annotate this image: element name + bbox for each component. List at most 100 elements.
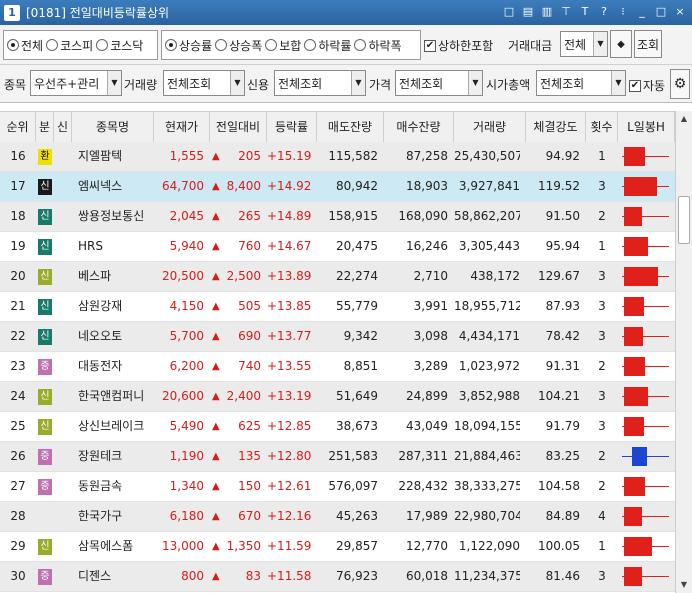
- price-cell: 1,340: [169, 479, 204, 493]
- sort-radio-0[interactable]: 상승률: [165, 37, 212, 54]
- bid-cell: 287,311: [398, 449, 448, 463]
- chevron-down-icon: ▼: [107, 71, 121, 95]
- column-header[interactable]: L일봉H: [618, 112, 675, 143]
- market-radio-2[interactable]: 코스닥: [96, 37, 143, 54]
- scroll-thumb[interactable]: [678, 196, 690, 244]
- rate-cell: +13.19: [267, 389, 311, 403]
- title-icon-2[interactable]: ▥: [539, 4, 555, 20]
- bid-cell: 16,246: [406, 239, 448, 253]
- title-icon-4[interactable]: T: [577, 4, 593, 20]
- sort-radio-3[interactable]: 하락률: [304, 37, 351, 54]
- ask-cell: 22,274: [336, 269, 378, 283]
- table-row[interactable]: 30 증 디젠스 800 ▲ 83 +11.58 76,923 60,018 11,234,375…: [0, 562, 675, 592]
- sort-radio-2[interactable]: 보합: [265, 37, 301, 54]
- title-icon-3[interactable]: ⊤: [558, 4, 574, 20]
- candle-body: [624, 327, 643, 346]
- title-icon-1[interactable]: ▤: [520, 4, 536, 20]
- column-header[interactable]: 전일대비: [210, 112, 267, 143]
- scroll-down-icon[interactable]: ▼: [676, 577, 692, 593]
- table-row[interactable]: 19 신 HRS 5,940 ▲ 760 +14.67 20,475 16,246 3,305,4…: [0, 232, 675, 262]
- market-radio-label: 코스닥: [110, 38, 144, 53]
- price-cell: 5,700: [169, 329, 204, 343]
- trade-value-select[interactable]: 전체 ▼: [560, 31, 608, 57]
- table-row[interactable]: 24 신 한국앤컴퍼니 20,600 ▲ 2,400 +13.19 51,649 24,899 3…: [0, 382, 675, 412]
- vertical-scrollbar[interactable]: ▲ ▼: [675, 111, 692, 593]
- table-row[interactable]: 27 증 동원금속 1,340 ▲ 150 +12.61 576,097 228,432 38,3…: [0, 472, 675, 502]
- column-header[interactable]: 횟수: [586, 112, 618, 143]
- table-row[interactable]: 21 신 삼원강재 4,150 ▲ 505 +13.85 55,779 3,991 18,955,…: [0, 292, 675, 322]
- volume-cell: 21,884,463: [454, 449, 520, 463]
- diff-value: 205: [238, 149, 261, 163]
- query-button[interactable]: 조회: [634, 30, 662, 58]
- diff-value: 690: [238, 329, 261, 343]
- title-icon-7[interactable]: _: [634, 4, 650, 20]
- column-header[interactable]: 체결강도: [526, 112, 586, 143]
- table-row[interactable]: 22 신 네오오토 5,700 ▲ 690 +13.77 9,342 3,098 4,434,17…: [0, 322, 675, 352]
- title-icon-8[interactable]: □: [653, 4, 669, 20]
- sort-radio-1[interactable]: 상승폭: [215, 37, 262, 54]
- stock-name-cell: 삼원강재: [78, 299, 123, 313]
- column-header[interactable]: 현재가: [154, 112, 210, 143]
- credit-select[interactable]: 전체조회 ▼: [274, 70, 366, 96]
- title-icons: □ ▤ ▥ ⊤ T? ⁝ _ □ ×: [501, 4, 688, 20]
- column-header[interactable]: 매도잔량: [317, 112, 384, 143]
- column-header[interactable]: 매수잔량: [384, 112, 454, 143]
- market-badge: 신: [38, 209, 52, 225]
- stock-name-cell: 장원테크: [78, 449, 123, 463]
- table-row[interactable]: 28 한국가구 6,180 ▲ 670 +12.16 45,263 17,989 22,980,…: [0, 502, 675, 532]
- rate-cell: +15.19: [267, 149, 311, 163]
- market-badge: 신: [38, 329, 52, 345]
- volume-select[interactable]: 전체조회 ▼: [163, 70, 245, 96]
- strength-cell: 78.42: [545, 329, 580, 343]
- table-row[interactable]: 17 신 엠씨넥스 64,700 ▲ 8,400 +14.92 80,942 18,903 3,9…: [0, 172, 675, 202]
- up-arrow-icon: ▲: [212, 511, 220, 522]
- title-icon-0[interactable]: □: [501, 4, 517, 20]
- price-cell: 4,150: [169, 299, 204, 313]
- column-header[interactable]: 분: [36, 112, 54, 143]
- market-radio-group: 전체 코스피 코스닥: [3, 30, 158, 60]
- strength-cell: 84.89: [545, 509, 580, 523]
- scroll-up-icon[interactable]: ▲: [676, 111, 692, 127]
- stock-select[interactable]: 우선주+관리 ▼: [30, 70, 122, 96]
- stock-label: 종목: [4, 78, 27, 92]
- include-limit-checkbox[interactable]: ✔ 상하한포함: [424, 37, 493, 54]
- market-radio-1[interactable]: 코스피: [46, 37, 93, 54]
- market-radio-label: 전체: [21, 38, 44, 53]
- column-header[interactable]: 등락률: [267, 112, 317, 143]
- rank-cell: 26: [10, 449, 26, 463]
- ask-cell: 20,475: [336, 239, 378, 253]
- table-row[interactable]: 25 신 상신브레이크 5,490 ▲ 625 +12.85 38,673 43,049 18,0…: [0, 412, 675, 442]
- volume-cell: 22,980,704: [454, 509, 520, 523]
- stock-name-cell: 엠씨넥스: [78, 179, 123, 193]
- table-row[interactable]: 29 신 삼목에스폼 13,000 ▲ 1,350 +11.59 29,857 12,770 1,…: [0, 532, 675, 562]
- grid-header: 순위 분 신 종목명 현재가 전일대비 등락률 매도잔량 매수잔량 거래량 체결강도 횟수 L일봉H: [0, 111, 675, 143]
- ask-cell: 51,649: [336, 389, 378, 403]
- table-row[interactable]: 26 증 장원테크 1,190 ▲ 135 +12.80 251,583 287,311 21,8…: [0, 442, 675, 472]
- rank-cell: 25: [10, 419, 26, 433]
- market-radio-0[interactable]: 전체: [7, 37, 43, 54]
- title-icon-5[interactable]: ?: [596, 4, 612, 20]
- diff-value: 2,500: [226, 269, 261, 283]
- filter-row-2: 종목 우선주+관리 ▼ 거래량 전체조회 ▼ 신용 전체조회 ▼ 가격 전체조회…: [0, 65, 692, 103]
- title-icon-6[interactable]: ⁝: [615, 4, 631, 20]
- price-select[interactable]: 전체조회 ▼: [395, 70, 483, 96]
- column-header[interactable]: 종목명: [72, 112, 154, 143]
- volume-cell: 4,434,171: [458, 329, 520, 343]
- chevron-down-icon: ▼: [611, 71, 625, 95]
- column-header[interactable]: 순위: [0, 112, 36, 143]
- table-row[interactable]: 16 환 지엘팜텍 1,555 ▲ 205 +15.19 115,582 87,258 25,43…: [0, 142, 675, 172]
- gear-button[interactable]: ⚙: [670, 69, 690, 99]
- title-icon-9[interactable]: ×: [672, 4, 688, 20]
- auto-checkbox[interactable]: ✔ 자동: [629, 77, 665, 94]
- column-header[interactable]: 거래량: [454, 112, 526, 143]
- column-header[interactable]: 신: [54, 112, 72, 143]
- cap-label: 시가총액: [486, 78, 531, 92]
- table-row[interactable]: 18 신 쌍용정보통신 2,045 ▲ 265 +14.89 158,915 168,090 58…: [0, 202, 675, 232]
- table-row[interactable]: 20 신 베스파 20,500 ▲ 2,500 +13.89 22,274 2,710 438,1…: [0, 262, 675, 292]
- table-row[interactable]: 23 증 대동전자 6,200 ▲ 740 +13.55 8,851 3,289 1,023,97…: [0, 352, 675, 382]
- radio-icon: [304, 39, 317, 51]
- sort-radio-4[interactable]: 하락폭: [354, 37, 402, 54]
- settings-icon-button[interactable]: ◆: [610, 30, 632, 58]
- cap-select[interactable]: 전체조회 ▼: [536, 70, 626, 96]
- diff-value: 135: [238, 449, 261, 463]
